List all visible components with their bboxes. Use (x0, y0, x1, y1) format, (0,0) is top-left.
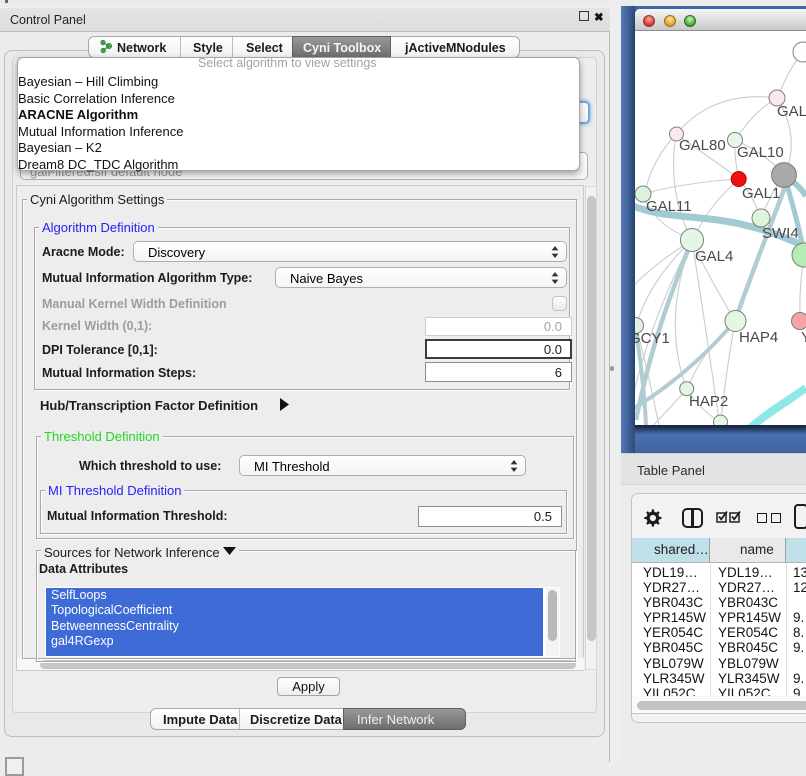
svg-text:GAL1: GAL1 (742, 185, 780, 202)
svg-text:HAP4: HAP4 (739, 329, 778, 346)
svg-text:GAL11: GAL11 (646, 198, 692, 215)
svg-text:SWI4: SWI4 (762, 225, 799, 242)
svg-text:HAP2: HAP2 (689, 393, 728, 410)
svg-text:GAL10: GAL10 (737, 144, 784, 161)
svg-text:GAL4: GAL4 (695, 248, 733, 265)
svg-text:GCY1: GCY1 (635, 330, 670, 347)
svg-text:GAL80: GAL80 (679, 137, 726, 154)
svg-text:Y: Y (801, 329, 806, 346)
svg-text:GAL7: GAL7 (777, 103, 806, 120)
